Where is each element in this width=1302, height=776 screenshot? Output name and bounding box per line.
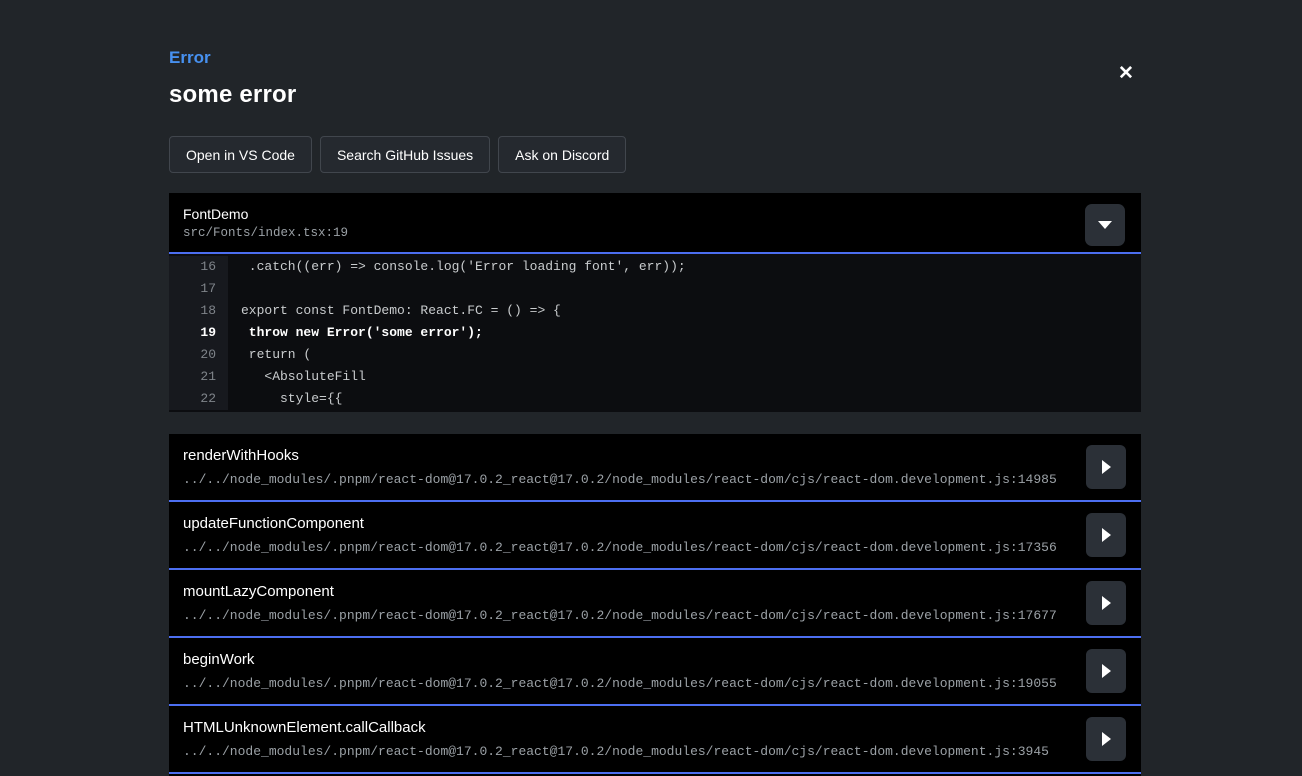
frame-source-path: ../../node_modules/.pnpm/react-dom@17.0.… bbox=[183, 676, 1071, 691]
frame-function-name: updateFunctionComponent bbox=[183, 515, 1071, 533]
line-code bbox=[228, 278, 241, 300]
code-line-error: 19 throw new Error('some error'); bbox=[169, 322, 1141, 344]
frame-function-name: mountLazyComponent bbox=[183, 583, 1071, 601]
frame-function-name: renderWithHooks bbox=[183, 447, 1071, 465]
caret-right-icon bbox=[1102, 460, 1111, 474]
error-overlay: Error some error Open in VS Code Search … bbox=[169, 0, 1141, 776]
page-title: some error bbox=[169, 81, 1141, 109]
line-code: return ( bbox=[228, 344, 311, 366]
code-line: 18export const FontDemo: React.FC = () =… bbox=[169, 300, 1141, 322]
line-code: .catch((err) => console.log('Error loadi… bbox=[228, 256, 686, 278]
frame-source-path: ../../node_modules/.pnpm/react-dom@17.0.… bbox=[183, 540, 1071, 555]
frame-function-name: beginWork bbox=[183, 651, 1071, 669]
caret-right-icon bbox=[1102, 528, 1111, 542]
frame-source-path: ../../node_modules/.pnpm/react-dom@17.0.… bbox=[183, 608, 1071, 623]
expand-frame-button[interactable] bbox=[1086, 581, 1126, 625]
open-in-vscode-button[interactable]: Open in VS Code bbox=[169, 136, 312, 173]
stack-trace-list: renderWithHooks ../../node_modules/.pnpm… bbox=[169, 434, 1141, 776]
code-line: 21 <AbsoluteFill bbox=[169, 366, 1141, 388]
stack-frame-beginwork: beginWork ../../node_modules/.pnpm/react… bbox=[169, 638, 1141, 706]
stack-frame-renderwithhooks: renderWithHooks ../../node_modules/.pnpm… bbox=[169, 434, 1141, 502]
line-number: 22 bbox=[169, 388, 228, 410]
ask-on-discord-button[interactable]: Ask on Discord bbox=[498, 136, 626, 173]
action-button-row: Open in VS Code Search GitHub Issues Ask… bbox=[169, 136, 1141, 173]
line-number: 18 bbox=[169, 300, 228, 322]
code-line: 22 style={{ bbox=[169, 388, 1141, 410]
component-name: FontDemo bbox=[183, 206, 1127, 222]
stack-frame-mountlazycomponent: mountLazyComponent ../../node_modules/.p… bbox=[169, 570, 1141, 638]
line-code: style={{ bbox=[228, 388, 342, 410]
caret-right-icon bbox=[1102, 664, 1111, 678]
line-number: 16 bbox=[169, 256, 228, 278]
frame-source-path: ../../node_modules/.pnpm/react-dom@17.0.… bbox=[183, 744, 1071, 759]
expand-frame-button[interactable] bbox=[1086, 649, 1126, 693]
line-code: <AbsoluteFill bbox=[228, 366, 366, 388]
frame-function-name: HTMLUnknownElement.callCallback bbox=[183, 719, 1071, 737]
caret-right-icon bbox=[1102, 596, 1111, 610]
collapse-code-button[interactable] bbox=[1085, 204, 1125, 246]
line-number: 19 bbox=[169, 322, 228, 344]
error-kicker-label: Error bbox=[169, 48, 1141, 68]
search-github-issues-button[interactable]: Search GitHub Issues bbox=[320, 136, 490, 173]
code-line: 20 return ( bbox=[169, 344, 1141, 366]
code-frame-panel: FontDemo src/Fonts/index.tsx:19 16 .catc… bbox=[169, 193, 1141, 412]
code-line: 16 .catch((err) => console.log('Error lo… bbox=[169, 256, 1141, 278]
stack-frame-htmlunknownelement-callcallback: HTMLUnknownElement.callCallback ../../no… bbox=[169, 706, 1141, 774]
stack-frame-updatefunctioncomponent: updateFunctionComponent ../../node_modul… bbox=[169, 502, 1141, 570]
line-number: 21 bbox=[169, 366, 228, 388]
code-line: 17 bbox=[169, 278, 1141, 300]
expand-frame-button[interactable] bbox=[1086, 445, 1126, 489]
caret-right-icon bbox=[1102, 732, 1111, 746]
expand-frame-button[interactable] bbox=[1086, 717, 1126, 761]
frame-source-path: ../../node_modules/.pnpm/react-dom@17.0.… bbox=[183, 472, 1071, 487]
code-snippet: 16 .catch((err) => console.log('Error lo… bbox=[169, 254, 1141, 412]
line-number: 20 bbox=[169, 344, 228, 366]
expand-frame-button[interactable] bbox=[1086, 513, 1126, 557]
line-code: export const FontDemo: React.FC = () => … bbox=[228, 300, 561, 322]
line-code: throw new Error('some error'); bbox=[228, 322, 483, 344]
code-frame-header: FontDemo src/Fonts/index.tsx:19 bbox=[169, 193, 1141, 254]
line-number: 17 bbox=[169, 278, 228, 300]
caret-down-icon bbox=[1098, 221, 1112, 229]
file-location: src/Fonts/index.tsx:19 bbox=[183, 226, 1127, 240]
